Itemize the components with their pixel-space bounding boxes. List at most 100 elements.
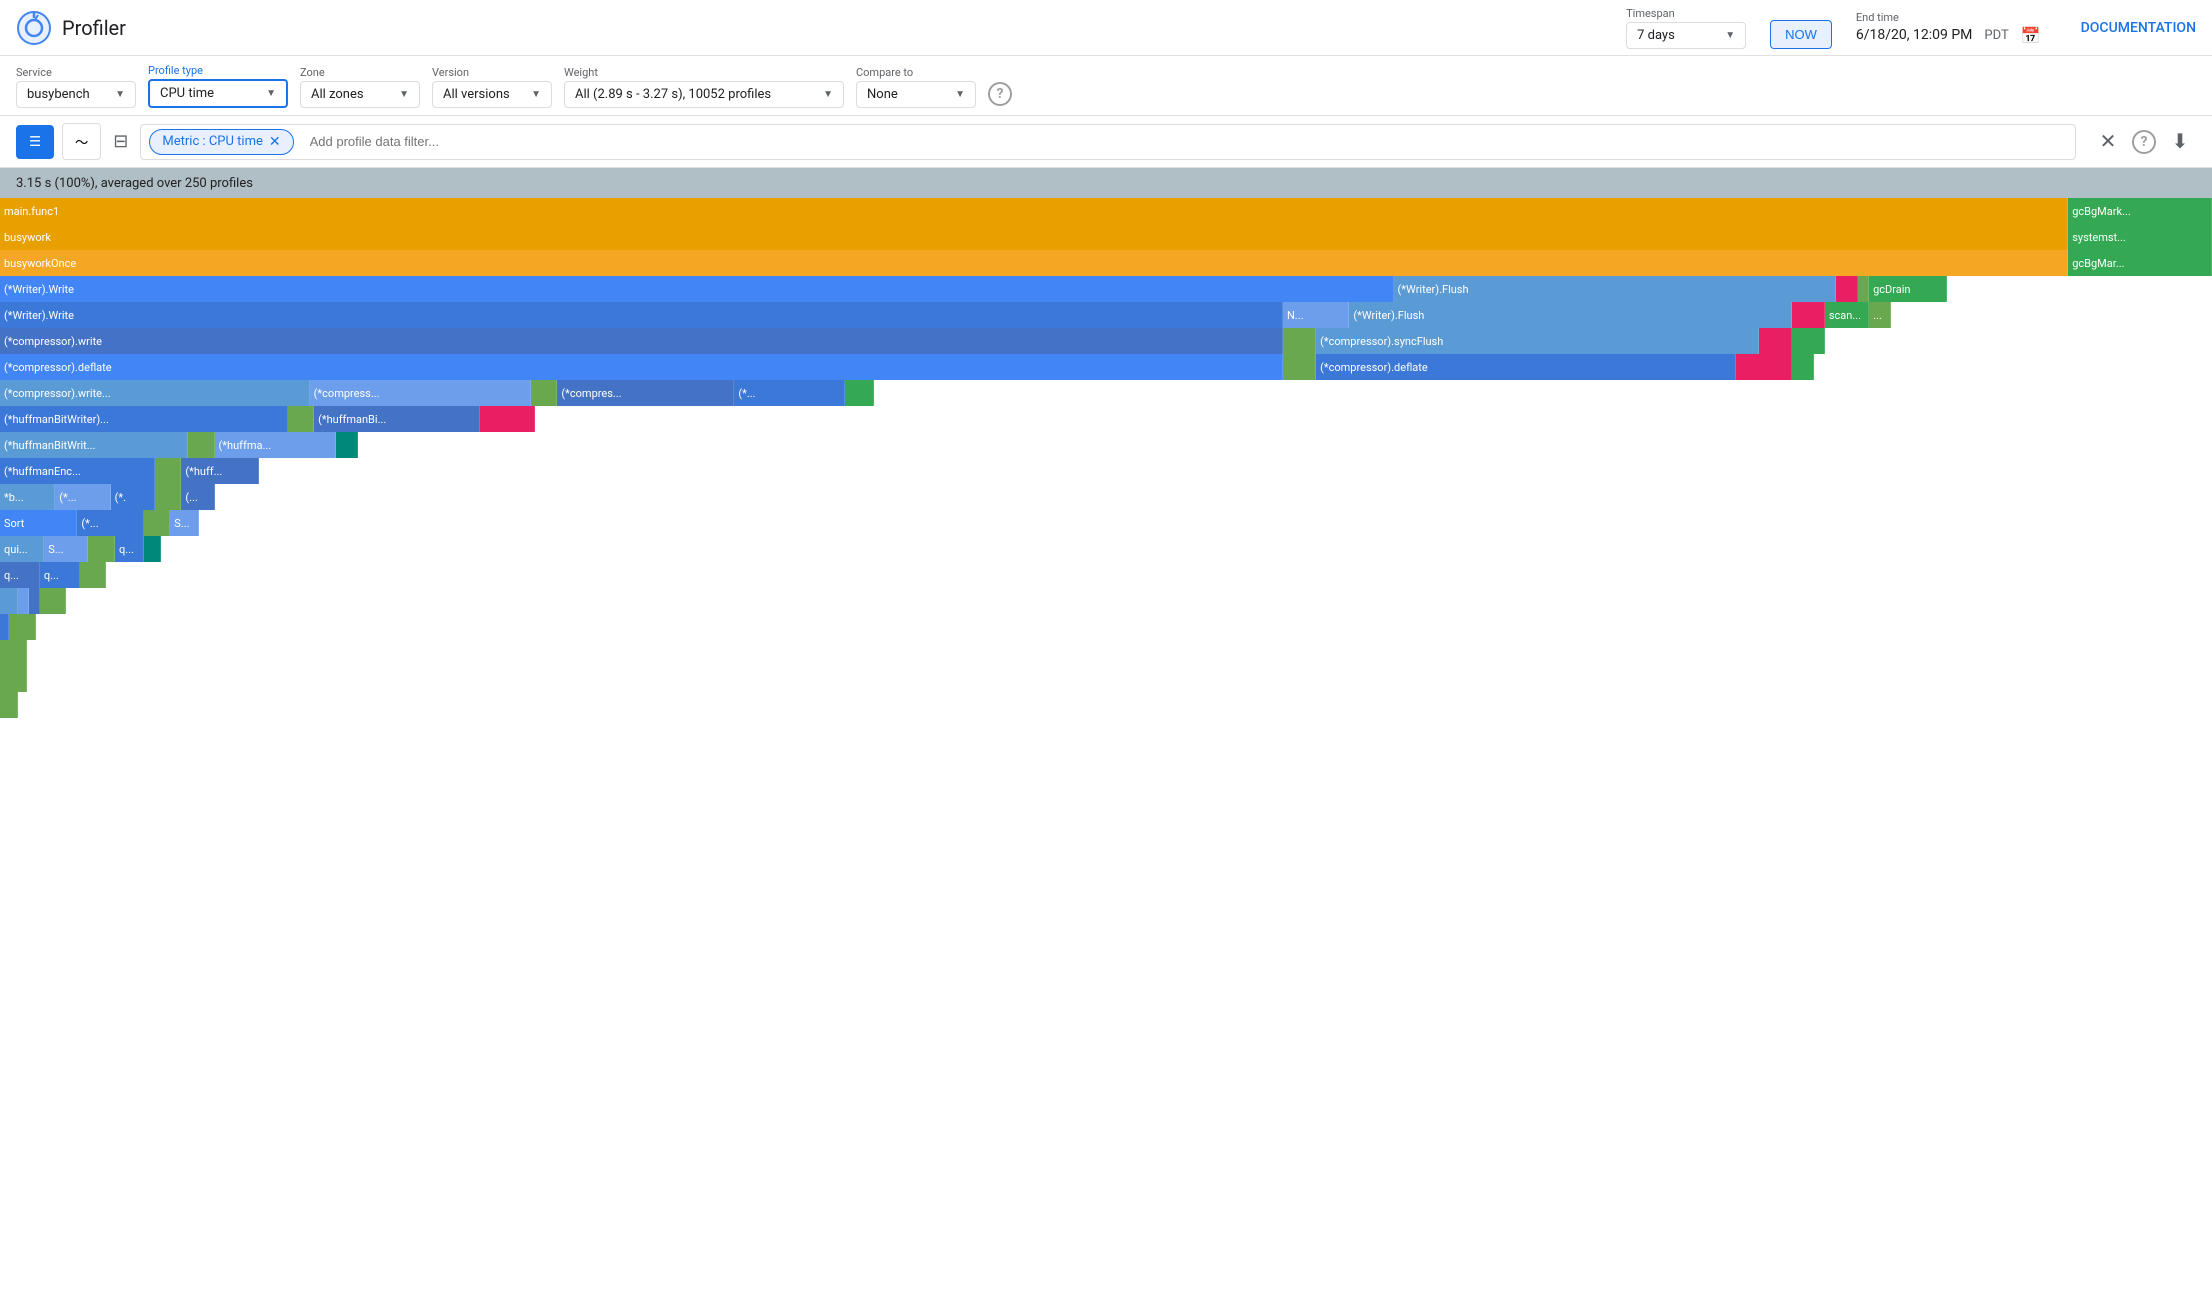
flame-block[interactable] xyxy=(1283,354,1316,380)
flame-block[interactable] xyxy=(155,458,182,484)
help-icon[interactable]: ? xyxy=(988,82,1012,106)
flame-block[interactable] xyxy=(259,458,2212,484)
flame-block[interactable] xyxy=(18,588,29,614)
flame-block[interactable] xyxy=(106,562,2212,588)
flame-block[interactable] xyxy=(0,588,18,614)
flame-block[interactable] xyxy=(0,692,18,718)
filter-chip-close-icon[interactable]: ✕ xyxy=(269,134,281,150)
flame-block[interactable]: *b... xyxy=(0,484,55,510)
flame-block[interactable]: (*Writer).Flush xyxy=(1394,276,1836,302)
flame-block[interactable] xyxy=(531,380,558,406)
flame-block[interactable] xyxy=(80,562,107,588)
compare-select[interactable]: None ▼ xyxy=(856,81,976,108)
flame-block[interactable] xyxy=(18,692,2212,718)
flame-block[interactable]: scan... xyxy=(1825,302,1869,328)
flame-block[interactable] xyxy=(36,614,2212,640)
chart-view-button[interactable]: 〜 xyxy=(62,123,101,160)
weight-select[interactable]: All (2.89 s - 3.27 s), 10052 profiles ▼ xyxy=(564,81,844,108)
now-button[interactable]: NOW xyxy=(1770,20,1832,49)
calendar-icon[interactable]: 📅 xyxy=(2021,26,2041,45)
flame-block[interactable] xyxy=(845,380,874,406)
flame-block[interactable] xyxy=(0,666,27,692)
flame-block[interactable] xyxy=(480,406,535,432)
flame-block[interactable] xyxy=(27,640,2212,666)
flame-block[interactable] xyxy=(358,432,2212,458)
flame-block[interactable]: gcBgMar... xyxy=(2068,250,2212,276)
flame-block[interactable]: (*compress... xyxy=(310,380,531,406)
flame-block[interactable] xyxy=(27,666,2212,692)
profile-type-select[interactable]: CPU time ▼ xyxy=(148,79,288,108)
service-select[interactable]: busybench ▼ xyxy=(16,81,136,108)
flame-block[interactable] xyxy=(336,432,358,458)
flame-block[interactable] xyxy=(288,406,315,432)
flame-block[interactable] xyxy=(40,588,67,614)
flame-block[interactable]: (*huffmanBi... xyxy=(314,406,480,432)
flame-block[interactable]: gcBgMark... xyxy=(2068,198,2212,224)
flame-block[interactable]: gcDrain xyxy=(1869,276,1946,302)
flame-block[interactable] xyxy=(144,510,171,536)
flame-block[interactable]: (*... xyxy=(55,484,110,510)
flame-block[interactable]: systemst... xyxy=(2068,224,2212,250)
zone-select[interactable]: All zones ▼ xyxy=(300,81,420,108)
flame-block[interactable] xyxy=(144,536,162,562)
flame-block[interactable]: N... xyxy=(1283,302,1349,328)
flame-block[interactable]: (*huffmanBitWriter)... xyxy=(0,406,288,432)
flame-block[interactable] xyxy=(1792,328,1825,354)
flame-block[interactable]: q... xyxy=(115,536,144,562)
flame-block[interactable]: busywork xyxy=(0,224,2068,250)
flame-block[interactable] xyxy=(535,406,2212,432)
flame-block[interactable] xyxy=(1759,328,1792,354)
flame-block[interactable]: (*Writer).Write xyxy=(0,302,1283,328)
flame-block[interactable] xyxy=(1283,328,1316,354)
flame-block[interactable] xyxy=(66,588,2212,614)
timespan-select[interactable]: 7 days ▼ xyxy=(1626,22,1746,49)
flame-block[interactable] xyxy=(1947,276,2201,302)
flame-block[interactable]: (*compressor).write... xyxy=(0,380,310,406)
flame-block[interactable]: q... xyxy=(0,562,40,588)
flame-block[interactable]: (*huffmanEnc... xyxy=(0,458,155,484)
flame-block[interactable]: qui... xyxy=(0,536,44,562)
flame-block[interactable] xyxy=(1736,354,1791,380)
flame-block[interactable]: (*compressor).write xyxy=(0,328,1283,354)
flame-block[interactable] xyxy=(161,536,2212,562)
flame-block[interactable] xyxy=(1814,354,2212,380)
flame-block[interactable] xyxy=(215,484,2212,510)
flame-block[interactable]: q... xyxy=(40,562,80,588)
flame-block[interactable]: (*compressor).syncFlush xyxy=(1316,328,1758,354)
flame-block[interactable]: (*compressor).deflate xyxy=(0,354,1283,380)
flame-block[interactable]: (*compres... xyxy=(557,380,734,406)
flame-block[interactable]: (*Writer).Write xyxy=(0,276,1394,302)
flame-block[interactable]: (... xyxy=(181,484,214,510)
flame-block[interactable] xyxy=(199,510,2212,536)
flame-block[interactable] xyxy=(29,588,40,614)
flame-block[interactable] xyxy=(9,614,36,640)
documentation-link[interactable]: DOCUMENTATION xyxy=(2081,20,2196,36)
flame-block[interactable]: busyworkOnce xyxy=(0,250,2068,276)
flame-block[interactable]: S... xyxy=(44,536,88,562)
flame-block[interactable]: (*huff... xyxy=(181,458,258,484)
flame-block[interactable] xyxy=(1836,276,1858,302)
flame-block[interactable] xyxy=(1858,276,1869,302)
filter-input[interactable] xyxy=(302,130,2067,153)
flame-block[interactable] xyxy=(155,484,182,510)
flame-block[interactable] xyxy=(188,432,215,458)
flame-block[interactable]: (*. xyxy=(111,484,155,510)
flame-block[interactable] xyxy=(0,614,9,640)
flame-block[interactable] xyxy=(88,536,115,562)
flame-block[interactable]: (*Writer).Flush xyxy=(1349,302,1791,328)
flame-block[interactable]: ... xyxy=(1869,302,1891,328)
flame-block[interactable] xyxy=(1891,302,2212,328)
flame-chart-container[interactable]: main.func1gcBgMark...busyworksystemst...… xyxy=(0,198,2212,1294)
flame-block[interactable] xyxy=(1825,328,2212,354)
toolbar-help-icon[interactable]: ? xyxy=(2132,130,2156,154)
clear-filter-button[interactable]: ✕ xyxy=(2092,126,2124,158)
flame-block[interactable]: (*... xyxy=(734,380,845,406)
list-view-button[interactable]: ☰ xyxy=(16,125,54,159)
flame-block[interactable]: (*... xyxy=(77,510,143,536)
version-select[interactable]: All versions ▼ xyxy=(432,81,552,108)
flame-block[interactable]: S... xyxy=(170,510,199,536)
flame-block[interactable] xyxy=(0,640,27,666)
flame-block[interactable] xyxy=(1792,302,1825,328)
flame-block[interactable]: Sort xyxy=(0,510,77,536)
flame-block[interactable]: main.func1 xyxy=(0,198,2068,224)
